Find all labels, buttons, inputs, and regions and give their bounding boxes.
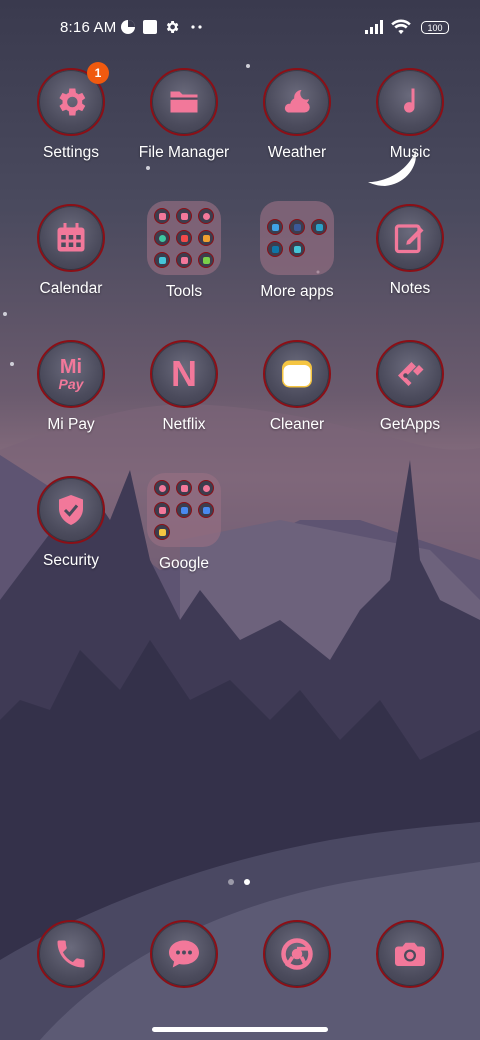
app-mi-pay[interactable]: Mi Pay Mi Pay	[16, 340, 126, 434]
netflix-icon: N	[150, 340, 218, 408]
mini-app-icon	[289, 219, 305, 235]
page-dot-active[interactable]	[244, 879, 250, 885]
mini-app-icon	[267, 241, 283, 257]
dock-phone[interactable]	[16, 920, 126, 988]
data-saver-icon	[120, 19, 136, 35]
app-calendar[interactable]: Calendar	[16, 204, 126, 298]
mini-app-icon	[176, 208, 192, 224]
home-indicator[interactable]	[152, 1027, 328, 1032]
app-label: Music	[389, 144, 431, 161]
folder-tools[interactable]: Tools	[129, 201, 239, 301]
app-label: Cleaner	[269, 416, 325, 433]
mini-app-icon	[198, 480, 214, 496]
app-settings[interactable]: 1 Settings	[16, 62, 126, 162]
mini-app-icon	[154, 502, 170, 518]
mini-app-icon	[176, 230, 192, 246]
app-label: Mi Pay	[47, 416, 95, 433]
app-security[interactable]: Security	[16, 476, 126, 570]
app-label: Calendar	[39, 280, 103, 297]
app-label: Netflix	[162, 416, 206, 433]
mini-app-icon	[289, 241, 305, 257]
wifi-icon	[390, 19, 412, 35]
mini-app-icon	[176, 480, 192, 496]
mini-app-icon	[154, 208, 170, 224]
shield-icon	[37, 476, 105, 544]
cleaner-icon	[263, 340, 331, 408]
app-getapps[interactable]: GetApps	[355, 340, 465, 434]
calendar-icon	[37, 204, 105, 272]
mini-app-icon	[198, 208, 214, 224]
app-label: More apps	[260, 283, 334, 300]
mini-app-icon	[198, 252, 214, 268]
dock-camera[interactable]	[355, 920, 465, 988]
page-dot[interactable]	[228, 879, 234, 885]
chrome-icon	[263, 920, 331, 988]
folder-google-preview	[147, 473, 221, 547]
gear-icon: 1	[37, 62, 109, 136]
mini-app-icon	[311, 219, 327, 235]
folder-icon	[150, 68, 218, 136]
battery-icon: 100	[421, 21, 449, 34]
app-label: GetApps	[379, 416, 441, 433]
app-label: Settings	[42, 144, 99, 161]
app-notification-icon	[142, 19, 158, 35]
signal-icon	[364, 19, 386, 35]
dock-messaging[interactable]	[129, 920, 239, 988]
folder-more-apps-preview	[260, 201, 334, 275]
mini-app-icon	[198, 230, 214, 246]
mi-pay-logo-bottom: Pay	[58, 376, 84, 392]
mi-pay-icon: Mi Pay	[37, 340, 105, 408]
mini-app-icon	[176, 252, 192, 268]
page-indicator	[228, 879, 250, 885]
app-weather[interactable]: Weather	[242, 68, 352, 162]
battery-level: 100	[427, 23, 443, 33]
status-time: 8:16 AM	[60, 19, 117, 36]
notes-icon	[376, 204, 444, 272]
app-label: Google	[159, 555, 209, 572]
status-bar: 8:16 AM 100	[0, 0, 480, 56]
folder-google[interactable]: Google	[129, 473, 239, 573]
mini-app-icon	[154, 480, 170, 496]
music-note-icon	[376, 68, 444, 136]
mi-pay-logo-top: Mi	[59, 356, 83, 378]
mini-app-icon	[267, 219, 283, 235]
phone-icon	[37, 920, 105, 988]
app-label: Tools	[165, 283, 203, 300]
folder-tools-preview	[147, 201, 221, 275]
mini-app-icon	[154, 230, 170, 246]
app-cleaner[interactable]: Cleaner	[242, 340, 352, 434]
cloud-moon-icon	[263, 68, 331, 136]
dock-chrome[interactable]	[242, 920, 352, 988]
app-label: File Manager	[138, 144, 230, 161]
mini-app-icon	[154, 524, 170, 540]
notification-badge: 1	[87, 62, 109, 84]
mini-app-icon	[176, 502, 192, 518]
app-netflix[interactable]: N Netflix	[129, 340, 239, 434]
app-file-manager[interactable]: File Manager	[129, 68, 239, 162]
mini-app-icon	[154, 252, 170, 268]
gear-icon	[164, 19, 180, 35]
message-icon	[150, 920, 218, 988]
app-notes[interactable]: Notes	[355, 204, 465, 298]
netflix-logo: N	[171, 353, 197, 394]
app-label: Weather	[267, 144, 327, 161]
app-music[interactable]: Music	[355, 68, 465, 162]
folder-more-apps[interactable]: More apps	[242, 201, 352, 301]
getapps-icon	[376, 340, 444, 408]
app-label: Security	[43, 552, 99, 569]
app-label: Notes	[389, 280, 431, 297]
camera-icon	[376, 920, 444, 988]
more-dots-icon	[190, 19, 204, 35]
mini-app-icon	[198, 502, 214, 518]
